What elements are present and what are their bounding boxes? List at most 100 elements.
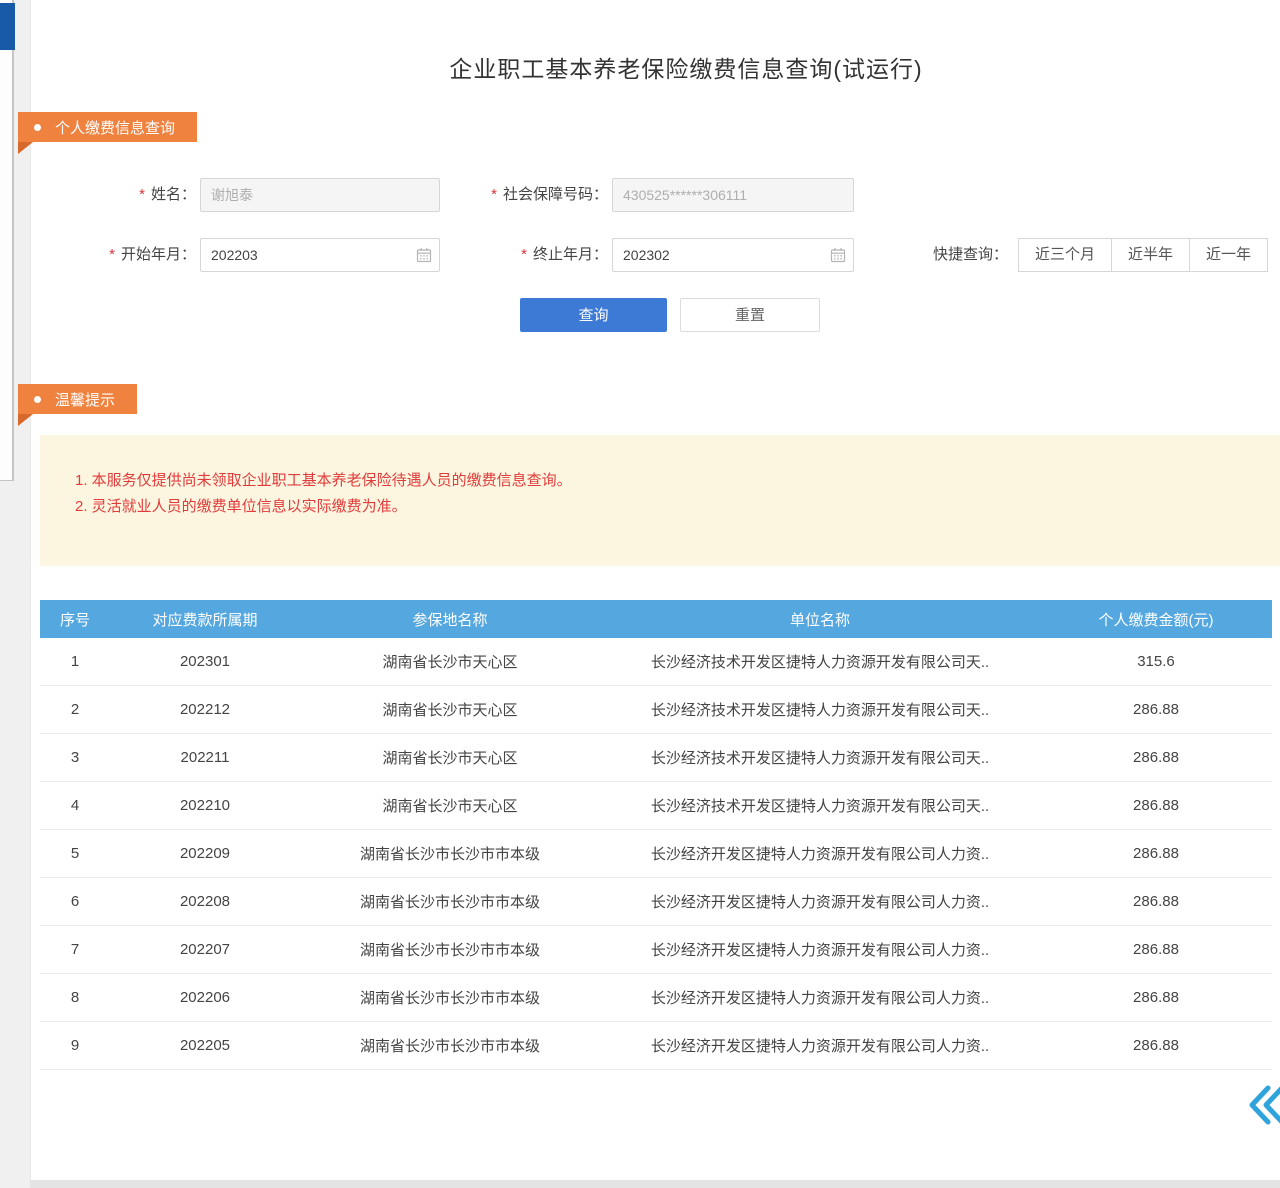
start-month-input[interactable] <box>200 238 440 272</box>
seq-cell: 3 <box>40 749 110 766</box>
area-cell: 湖南省长沙市长沙市市本级 <box>300 1035 600 1056</box>
table-header-row: 序号对应费款所属期参保地名称单位名称个人缴费金额(元) <box>40 600 1272 638</box>
seq-cell: 8 <box>40 989 110 1006</box>
seq-cell: 6 <box>40 893 110 910</box>
amount-cell: 315.6 <box>1040 653 1272 670</box>
sidebar-collapsed-tab[interactable] <box>0 3 15 50</box>
area-cell: 湖南省长沙市天心区 <box>300 651 600 672</box>
amount-cell: 286.88 <box>1040 941 1272 958</box>
area-cell: 湖南省长沙市长沙市市本级 <box>300 939 600 960</box>
amount-cell: 286.88 <box>1040 797 1272 814</box>
seq-cell: 5 <box>40 845 110 862</box>
table-row: 5202209湖南省长沙市长沙市市本级长沙经济开发区捷特人力资源开发有限公司人力… <box>40 830 1272 878</box>
seq-cell: 7 <box>40 941 110 958</box>
company-cell: 长沙经济开发区捷特人力资源开发有限公司人力资.. <box>600 843 1040 864</box>
area-cell: 湖南省长沙市长沙市市本级 <box>300 891 600 912</box>
bullet-dot-icon <box>34 396 41 403</box>
quick-option-last-year[interactable]: 近一年 <box>1189 238 1268 272</box>
period-cell: 202211 <box>110 749 300 766</box>
company-cell: 长沙经济技术开发区捷特人力资源开发有限公司天.. <box>600 699 1040 720</box>
period-cell: 202210 <box>110 797 300 814</box>
end-month-input[interactable] <box>612 238 854 272</box>
notice-lines: 1. 本服务仅提供尚未领取企业职工基本养老保险待遇人员的缴费信息查询。 2. 灵… <box>75 468 572 520</box>
period-cell: 202212 <box>110 701 300 718</box>
pension-query-page: { "page": { "title": "企业职工基本养老保险缴费信息查询(试… <box>0 0 1280 1188</box>
table-row: 6202208湖南省长沙市长沙市市本级长沙经济开发区捷特人力资源开发有限公司人力… <box>40 878 1272 926</box>
reset-button[interactable]: 重置 <box>680 298 820 332</box>
amount-cell: 286.88 <box>1040 701 1272 718</box>
company-cell: 长沙经济开发区捷特人力资源开发有限公司人力资.. <box>600 1035 1040 1056</box>
double-chevron-left-icon[interactable] <box>1249 1083 1280 1127</box>
column-header: 参保地名称 <box>300 609 600 630</box>
quick-query-label: 快捷查询： <box>933 238 1008 272</box>
period-cell: 202208 <box>110 893 300 910</box>
area-cell: 湖南省长沙市天心区 <box>300 747 600 768</box>
name-label: *姓名： <box>70 178 196 212</box>
section-badge-personal-query: 个人缴费信息查询 <box>18 112 197 142</box>
area-cell: 湖南省长沙市天心区 <box>300 699 600 720</box>
end-month-field <box>612 238 854 272</box>
table-row: 2202212湖南省长沙市天心区长沙经济技术开发区捷特人力资源开发有限公司天..… <box>40 686 1272 734</box>
notice-box: 1. 本服务仅提供尚未领取企业职工基本养老保险待遇人员的缴费信息查询。 2. 灵… <box>40 435 1280 566</box>
table-row: 3202211湖南省长沙市天心区长沙经济技术开发区捷特人力资源开发有限公司天..… <box>40 734 1272 782</box>
period-cell: 202205 <box>110 1037 300 1054</box>
area-cell: 湖南省长沙市天心区 <box>300 795 600 816</box>
seq-cell: 1 <box>40 653 110 670</box>
company-cell: 长沙经济技术开发区捷特人力资源开发有限公司天.. <box>600 795 1040 816</box>
query-button[interactable]: 查询 <box>520 298 667 332</box>
ribbon-fold-decoration <box>18 142 33 154</box>
company-cell: 长沙经济技术开发区捷特人力资源开发有限公司天.. <box>600 651 1040 672</box>
table-body: 1202301湖南省长沙市天心区长沙经济技术开发区捷特人力资源开发有限公司天..… <box>40 638 1272 1070</box>
page-title: 企业职工基本养老保险缴费信息查询(试运行) <box>61 50 1280 84</box>
left-sidebar-strip <box>0 0 14 481</box>
amount-cell: 286.88 <box>1040 749 1272 766</box>
seq-cell: 9 <box>40 1037 110 1054</box>
column-header: 对应费款所属期 <box>110 609 300 630</box>
end-month-label: *终止年月： <box>460 238 608 272</box>
quick-option-last-3-months[interactable]: 近三个月 <box>1018 238 1112 272</box>
required-asterisk: * <box>521 246 527 263</box>
company-cell: 长沙经济开发区捷特人力资源开发有限公司人力资.. <box>600 987 1040 1008</box>
ssn-label: *社会保障号码： <box>460 178 608 212</box>
table-row: 9202205湖南省长沙市长沙市市本级长沙经济开发区捷特人力资源开发有限公司人力… <box>40 1022 1272 1070</box>
company-cell: 长沙经济开发区捷特人力资源开发有限公司人力资.. <box>600 939 1040 960</box>
period-cell: 202301 <box>110 653 300 670</box>
seq-cell: 2 <box>40 701 110 718</box>
notice-line: 1. 本服务仅提供尚未领取企业职工基本养老保险待遇人员的缴费信息查询。 <box>75 468 572 494</box>
tips-badge-label: 温馨提示 <box>55 389 115 410</box>
seq-cell: 4 <box>40 797 110 814</box>
amount-cell: 286.88 <box>1040 845 1272 862</box>
column-header: 个人缴费金额(元) <box>1040 609 1272 630</box>
results-table: 序号对应费款所属期参保地名称单位名称个人缴费金额(元) 1202301湖南省长沙… <box>40 600 1272 1070</box>
area-cell: 湖南省长沙市长沙市市本级 <box>300 843 600 864</box>
amount-cell: 286.88 <box>1040 1037 1272 1054</box>
amount-cell: 286.88 <box>1040 893 1272 910</box>
section-badge-label: 个人缴费信息查询 <box>55 117 175 138</box>
table-row: 7202207湖南省长沙市长沙市市本级长沙经济开发区捷特人力资源开发有限公司人力… <box>40 926 1272 974</box>
quick-query-group: 近三个月 近半年 近一年 <box>1018 238 1268 272</box>
notice-line: 2. 灵活就业人员的缴费单位信息以实际缴费为准。 <box>75 494 572 520</box>
company-cell: 长沙经济技术开发区捷特人力资源开发有限公司天.. <box>600 747 1040 768</box>
table-row: 8202206湖南省长沙市长沙市市本级长沙经济开发区捷特人力资源开发有限公司人力… <box>40 974 1272 1022</box>
column-header: 单位名称 <box>600 609 1040 630</box>
section-badge-tips: 温馨提示 <box>18 384 137 414</box>
period-cell: 202206 <box>110 989 300 1006</box>
quick-option-last-half-year[interactable]: 近半年 <box>1111 238 1190 272</box>
period-cell: 202207 <box>110 941 300 958</box>
amount-cell: 286.88 <box>1040 989 1272 1006</box>
ssn-input[interactable] <box>612 178 854 212</box>
name-input[interactable] <box>200 178 440 212</box>
start-month-label: *开始年月： <box>50 238 196 272</box>
required-asterisk: * <box>109 246 115 263</box>
table-row: 1202301湖南省长沙市天心区长沙经济技术开发区捷特人力资源开发有限公司天..… <box>40 638 1272 686</box>
bullet-dot-icon <box>34 124 41 131</box>
company-cell: 长沙经济开发区捷特人力资源开发有限公司人力资.. <box>600 891 1040 912</box>
start-month-field <box>200 238 440 272</box>
area-cell: 湖南省长沙市长沙市市本级 <box>300 987 600 1008</box>
required-asterisk: * <box>491 186 497 203</box>
table-row: 4202210湖南省长沙市天心区长沙经济技术开发区捷特人力资源开发有限公司天..… <box>40 782 1272 830</box>
bottom-scrollbar-track[interactable] <box>30 1180 1280 1188</box>
period-cell: 202209 <box>110 845 300 862</box>
ribbon-fold-decoration <box>18 414 33 426</box>
column-header: 序号 <box>40 609 110 630</box>
